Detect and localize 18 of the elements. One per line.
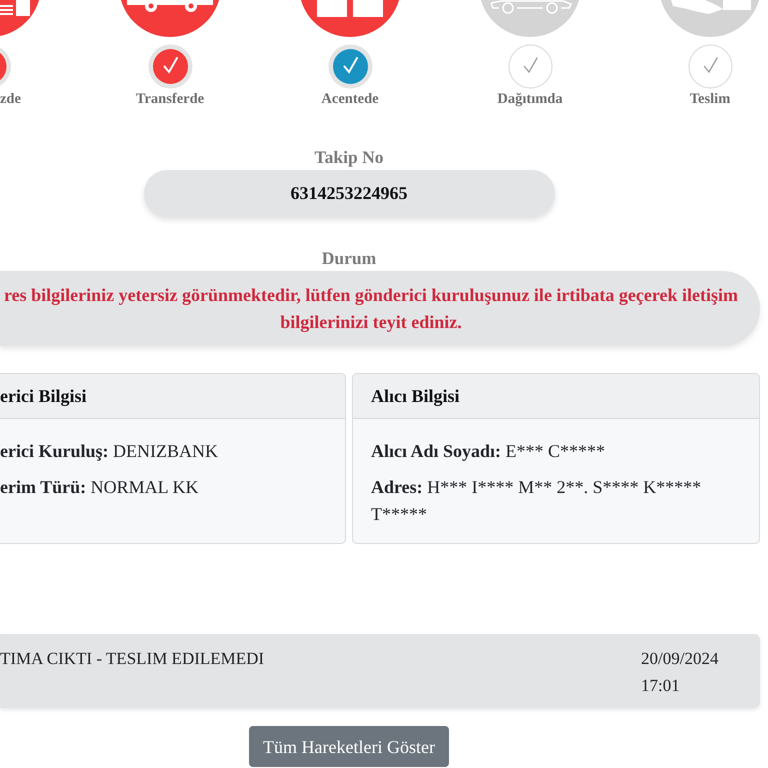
card-header: erici Bilgisi	[0, 374, 345, 419]
movement-date: 20/09/2024 17:01	[641, 648, 720, 697]
step-label: Transferde	[136, 91, 204, 107]
step-label: Acentede	[321, 91, 379, 107]
field-text: erici Kuruluş: DENIZBANK	[0, 440, 219, 463]
field-text: Adres: H*** I**** M** 2**. S**** K***** T*****	[371, 476, 702, 526]
card-header: Alıcı Bilgisi	[353, 374, 759, 419]
movement-text: TIMA CIKTI - TESLIM EDILEMEDI	[0, 648, 264, 670]
step-label: Teslim	[690, 91, 730, 107]
status-message: res bilgileriniz yetersiz görünmektedir, lütfen gönderici kuruluşunuz ile irtibata geçerek iletişim bilgilerinizi teyit ediniz.	[0, 271, 760, 346]
tracking-number: 6314253224965	[144, 170, 554, 217]
show-all-button[interactable]: Tüm Hareketleri Göster	[249, 726, 449, 767]
tracking-label: Takip No	[314, 147, 384, 167]
step-label: zde	[0, 91, 21, 107]
field-text: erim Türü: NORMAL KK	[0, 476, 200, 499]
status-label: Durum	[322, 248, 376, 268]
step-label: Dağıtımda	[497, 91, 563, 107]
field-text: Alıcı Adı Soyadı: E*** C*****	[371, 440, 606, 463]
